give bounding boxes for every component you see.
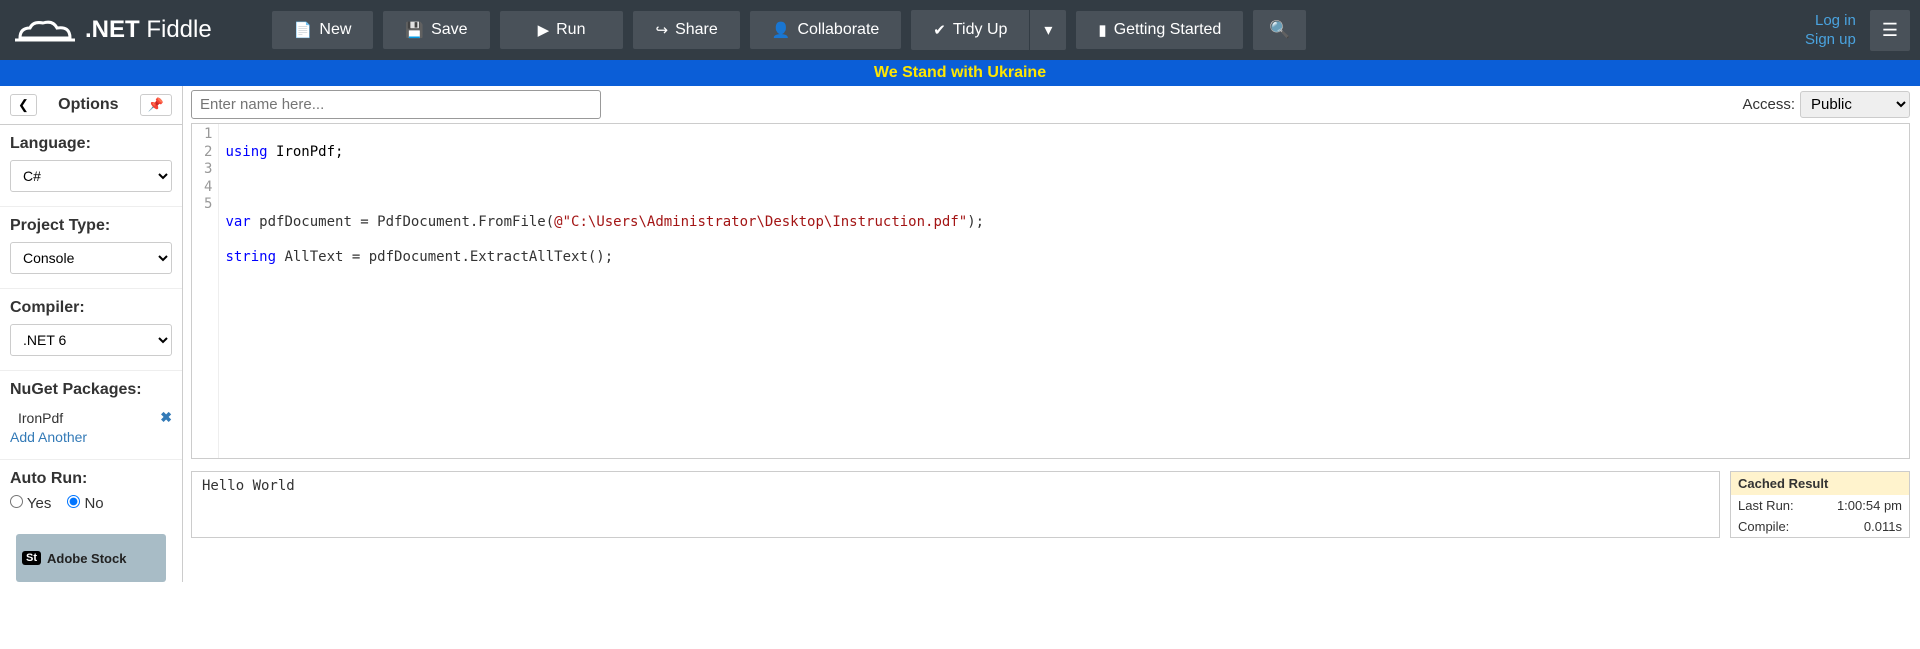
save-button[interactable]: 💾 Save xyxy=(383,11,489,49)
ukraine-banner: We Stand with Ukraine xyxy=(0,60,1920,86)
access-select[interactable]: Public xyxy=(1800,91,1910,118)
logo-text-light: Fiddle xyxy=(140,16,212,43)
fiddle-name-input[interactable] xyxy=(191,90,601,119)
nuget-label: NuGet Packages: xyxy=(10,381,172,399)
tidy-group: ✔ Tidy Up ▾ xyxy=(911,10,1066,50)
search-button[interactable]: 🔍 xyxy=(1253,10,1306,50)
getting-started-button[interactable]: ▮ Getting Started xyxy=(1076,11,1243,49)
autorun-group: Auto Run: Yes No xyxy=(0,460,182,526)
nuget-group: NuGet Packages: IronPdf ✖ Add Another xyxy=(0,371,182,460)
output-panel: Hello World xyxy=(191,471,1720,538)
user-icon: 👤 xyxy=(772,21,791,39)
collaborate-button[interactable]: 👤 Collaborate xyxy=(750,11,902,49)
share-icon: ↪ xyxy=(655,21,668,39)
save-button-label: Save xyxy=(431,21,467,39)
autorun-label: Auto Run: xyxy=(10,470,172,488)
cloud-icon xyxy=(15,18,75,42)
sidebar: ❮ Options 📌 Language: C# Project Type: C… xyxy=(0,86,183,582)
compiler-group: Compiler: .NET 6 xyxy=(0,289,182,371)
share-button[interactable]: ↪ Share xyxy=(633,11,739,49)
caret-down-icon: ▾ xyxy=(1044,20,1052,40)
bottom-panels: Hello World Cached Result Last Run: 1:00… xyxy=(191,471,1910,538)
stats-panel: Cached Result Last Run: 1:00:54 pm Compi… xyxy=(1730,471,1910,538)
file-icon: 📄 xyxy=(294,21,313,39)
ad-adobe-stock[interactable]: St Adobe Stock xyxy=(16,534,166,582)
autorun-yes-label[interactable]: Yes xyxy=(10,495,51,512)
adobe-st-icon: St xyxy=(22,551,41,565)
content: Access: Public 1 2 3 4 5 using IronPdf; … xyxy=(183,86,1920,582)
chevron-left-icon: ❮ xyxy=(18,97,29,112)
save-icon: 💾 xyxy=(405,21,424,39)
collapse-sidebar-button[interactable]: ❮ xyxy=(10,94,37,116)
stat-row-lastrun: Last Run: 1:00:54 pm xyxy=(1731,495,1909,516)
sidebar-title: Options xyxy=(37,96,140,114)
language-group: Language: C# xyxy=(0,125,182,207)
tidy-dropdown[interactable]: ▾ xyxy=(1030,10,1066,50)
logo[interactable]: .NET Fiddle xyxy=(15,16,212,44)
check-icon: ✔ xyxy=(933,21,946,39)
getting-started-label: Getting Started xyxy=(1114,21,1222,39)
stats-header: Cached Result xyxy=(1731,472,1909,495)
autorun-radios: Yes No xyxy=(10,495,172,512)
access-label: Access: xyxy=(1742,96,1795,113)
content-top-row: Access: Public xyxy=(191,90,1910,119)
stat-row-compile: Compile: 0.011s xyxy=(1731,516,1909,537)
login-link[interactable]: Log in xyxy=(1805,11,1856,31)
play-icon: ▶ xyxy=(538,21,550,39)
top-right: Log in Sign up ☰ xyxy=(1805,10,1910,51)
compiler-select[interactable]: .NET 6 xyxy=(10,324,172,356)
tidy-button[interactable]: ✔ Tidy Up xyxy=(911,10,1029,50)
sidebar-header: ❮ Options 📌 xyxy=(0,86,182,125)
compiler-label: Compiler: xyxy=(10,299,172,317)
signup-link[interactable]: Sign up xyxy=(1805,30,1856,50)
book-icon: ▮ xyxy=(1098,21,1106,39)
nuget-package-row: IronPdf ✖ xyxy=(10,406,172,429)
autorun-yes-radio[interactable] xyxy=(10,495,23,508)
main-area: ❮ Options 📌 Language: C# Project Type: C… xyxy=(0,86,1920,582)
new-button[interactable]: 📄 New xyxy=(272,11,374,49)
language-label: Language: xyxy=(10,135,172,153)
new-button-label: New xyxy=(319,21,351,39)
autorun-no-label[interactable]: No xyxy=(67,495,103,512)
logo-text-bold: .NET xyxy=(85,16,140,43)
editor-gutter: 1 2 3 4 5 xyxy=(192,124,219,458)
remove-package-button[interactable]: ✖ xyxy=(160,409,172,426)
autorun-no-radio[interactable] xyxy=(67,495,80,508)
tidy-button-label: Tidy Up xyxy=(953,21,1008,39)
project-type-group: Project Type: Console xyxy=(0,207,182,289)
nuget-package-name: IronPdf xyxy=(10,410,63,426)
run-button[interactable]: ▶ Run xyxy=(500,11,624,49)
auth-links: Log in Sign up xyxy=(1805,11,1856,50)
search-icon: 🔍 xyxy=(1269,20,1290,40)
access-control: Access: Public xyxy=(1742,91,1910,118)
run-button-label: Run xyxy=(556,21,585,39)
project-type-select[interactable]: Console xyxy=(10,242,172,274)
pin-icon: 📌 xyxy=(148,97,164,112)
add-package-link[interactable]: Add Another xyxy=(10,429,172,445)
code-area[interactable]: using IronPdf; var pdfDocument = PdfDocu… xyxy=(219,124,990,458)
project-type-label: Project Type: xyxy=(10,217,172,235)
language-select[interactable]: C# xyxy=(10,160,172,192)
ad-text: Adobe Stock xyxy=(47,551,126,566)
code-editor[interactable]: 1 2 3 4 5 using IronPdf; var pdfDocument… xyxy=(191,123,1910,459)
top-toolbar: .NET Fiddle 📄 New 💾 Save ▶ Run ↪ Share 👤 Coll… xyxy=(0,0,1920,60)
hamburger-menu[interactable]: ☰ xyxy=(1870,10,1910,51)
share-button-label: Share xyxy=(675,21,718,39)
close-icon: ✖ xyxy=(160,409,172,425)
pin-sidebar-button[interactable]: 📌 xyxy=(140,94,172,116)
collaborate-button-label: Collaborate xyxy=(797,21,879,39)
menu-icon: ☰ xyxy=(1882,20,1898,40)
